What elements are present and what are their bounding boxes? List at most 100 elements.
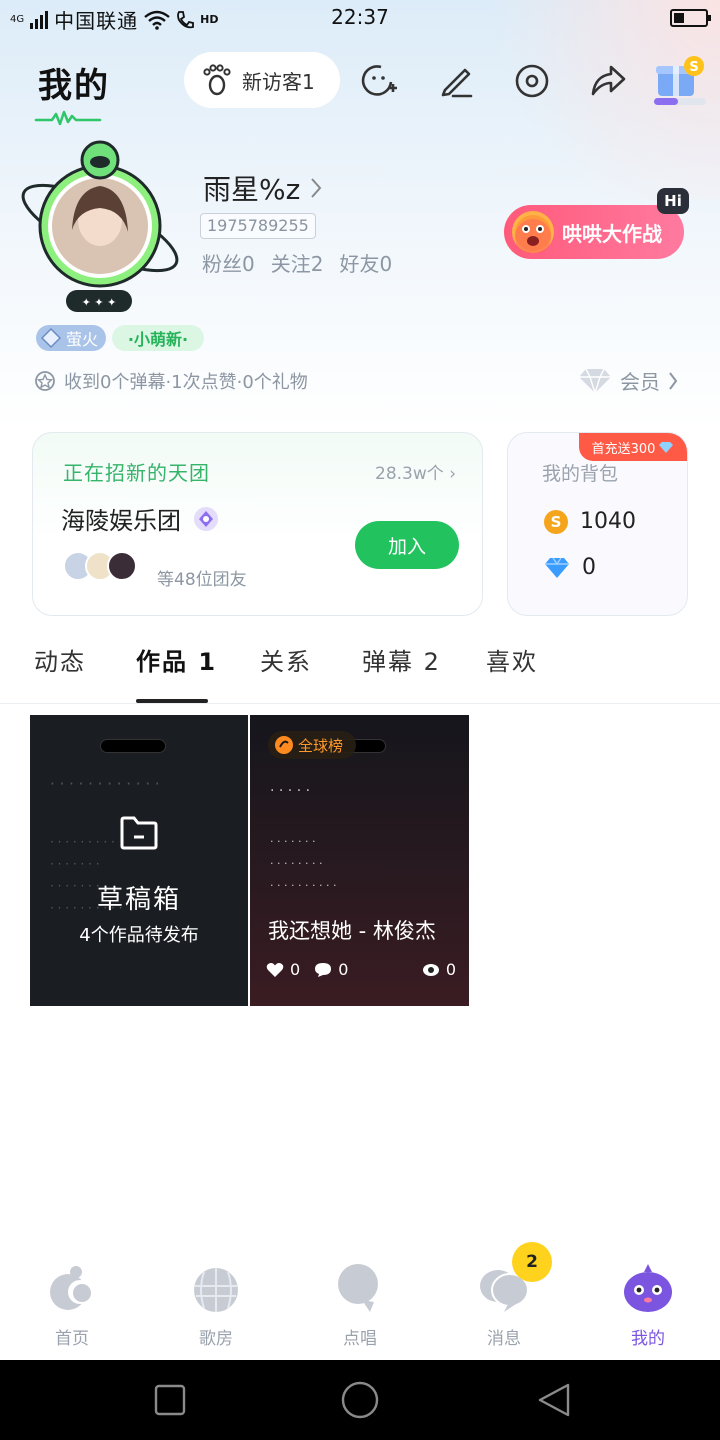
status-bar: 4G 中国联通 HD 22:37 <box>0 0 720 34</box>
song-stats: 0 0 0 <box>266 960 456 979</box>
home-circle-icon[interactable] <box>340 1380 380 1420</box>
vip-link[interactable]: 会员 <box>578 366 678 395</box>
firefly-badge-label: 萤火 <box>66 330 99 349</box>
coins-balance: 1040 <box>580 509 636 534</box>
phone-notch-decoration <box>100 739 166 753</box>
status-time: 22:37 <box>331 5 389 29</box>
member-avatars <box>63 551 137 581</box>
avatar[interactable]: ✦ ✦ ✦ <box>14 140 184 320</box>
diamond-icon <box>579 368 611 393</box>
share-button[interactable] <box>589 62 627 100</box>
draft-box-title: 草稿箱 <box>96 885 181 915</box>
diamond-icon <box>659 441 674 453</box>
settings-icon <box>515 64 549 98</box>
add-emoji-button[interactable] <box>361 62 399 100</box>
diamonds-balance: 0 <box>582 555 596 580</box>
my-bag-card[interactable]: 首充送300 我的背包 S 1040 0 <box>507 432 688 616</box>
nav-me[interactable]: 我的 <box>598 1262 698 1349</box>
nav-home[interactable]: 首页 <box>22 1262 122 1349</box>
messages-unread-badge: 2 <box>512 1242 552 1282</box>
nav-me-label: 我的 <box>631 1329 665 1349</box>
edit-icon <box>441 68 473 98</box>
rank-icon <box>275 736 293 754</box>
nav-ktv-room-label: 歌房 <box>199 1329 233 1349</box>
nav-messages-label: 消息 <box>487 1329 521 1349</box>
join-group-button[interactable]: 加入 <box>355 521 459 569</box>
fans-count[interactable]: 粉丝0 <box>202 248 255 277</box>
group-members-label: 等48位团友 <box>157 570 247 590</box>
nav-home-label: 首页 <box>55 1329 89 1349</box>
friends-count[interactable]: 好友0 <box>339 248 392 277</box>
page-title: 我的 <box>38 66 110 106</box>
battle-button[interactable]: 哄哄大作战 <box>504 205 684 259</box>
group-card-title: 正在招新的天团 <box>63 461 210 485</box>
mic-bubble-icon <box>334 1262 386 1314</box>
gift-box-button[interactable]: S <box>652 54 708 108</box>
edit-button[interactable] <box>437 62 475 100</box>
likes-count: 0 <box>290 960 301 979</box>
vip-label: 会员 <box>620 370 660 394</box>
newbie-badge[interactable]: ·小萌新· <box>112 325 204 351</box>
background-lyric-decoration: · · · · · · · · · <box>50 835 115 849</box>
hi-badge: Hi <box>657 188 689 214</box>
username: 雨星%z <box>203 173 301 206</box>
system-navigation-bar <box>0 1360 720 1440</box>
firefly-icon <box>40 327 62 349</box>
comments-stat: 0 <box>314 960 348 979</box>
rank-tag-label: 全球榜 <box>298 736 344 755</box>
bag-title: 我的背包 <box>542 463 619 485</box>
background-lyric-decoration: · · · · · · · · · · · · <box>50 775 160 793</box>
first-recharge-promo[interactable]: 首充送300 <box>579 433 687 461</box>
lyric-decoration: · · · · · · · <box>270 835 316 848</box>
home-icon <box>46 1262 98 1314</box>
svg-text:S: S <box>689 60 698 75</box>
footprint-icon <box>203 64 231 96</box>
follow-stats: 粉丝0 关注2 好友0 <box>202 248 392 277</box>
song-work-card[interactable]: 全球榜 · · · · · · · · · · · · · · · · · · … <box>250 715 469 1006</box>
tab-works[interactable]: 作品 1 <box>136 642 217 677</box>
tab-relations[interactable]: 关系 <box>260 642 312 677</box>
global-rank-tag: 全球榜 <box>268 731 356 759</box>
add-emoji-icon <box>361 65 397 96</box>
mascot-icon <box>622 1262 674 1314</box>
settings-button[interactable] <box>513 62 551 100</box>
comments-count: 0 <box>338 960 349 979</box>
following-count[interactable]: 关注2 <box>271 248 324 277</box>
group-level-icon <box>194 506 218 531</box>
pentagon-star-icon <box>35 371 55 391</box>
coins-row: S 1040 <box>544 509 636 534</box>
back-icon[interactable] <box>536 1382 572 1418</box>
lyric-decoration: · · · · · <box>270 783 311 799</box>
new-visitors-button[interactable]: 新访客1 <box>184 52 340 108</box>
likes-stat: 0 <box>266 960 300 979</box>
tab-likes[interactable]: 喜欢 <box>486 642 538 677</box>
group-count-link[interactable]: 28.3w个 › <box>375 459 456 484</box>
tab-moments[interactable]: 动态 <box>34 642 86 677</box>
draft-box-card[interactable]: · · · · · · · · · · · · · · · · · · · · … <box>30 715 248 1006</box>
username-link[interactable]: 雨星%z <box>203 168 322 208</box>
svg-text:✦ ✦ ✦: ✦ ✦ ✦ <box>82 296 117 309</box>
received-summary-text: 收到0个弹幕·1次点赞·0个礼物 <box>64 372 308 393</box>
tab-comments[interactable]: 弹幕 2 <box>362 642 441 677</box>
battle-label: 哄哄大作战 <box>562 221 662 246</box>
lyric-decoration: · · · · · · · · · · <box>270 879 337 892</box>
views-stat: 0 <box>422 960 456 979</box>
nav-ktv-room[interactable]: 歌房 <box>166 1262 266 1349</box>
firefly-badge[interactable]: 萤火 <box>36 325 106 351</box>
chevron-right-icon: › <box>449 464 456 484</box>
recruiting-group-card[interactable]: 正在招新的天团 28.3w个 › 海陵娱乐团 加入 等48位团友 <box>32 432 483 616</box>
share-icon <box>591 65 626 96</box>
chevron-right-icon <box>311 178 322 198</box>
recent-apps-icon[interactable] <box>154 1384 186 1416</box>
group-count: 28.3w个 <box>375 464 444 484</box>
group-name: 海陵娱乐团 <box>61 507 181 535</box>
eye-icon <box>422 963 439 976</box>
gift-box-icon: S <box>654 56 706 105</box>
background-lyric-decoration: · · · · · · · <box>50 857 100 871</box>
disco-ball-icon <box>190 1262 242 1314</box>
received-summary: 收到0个弹幕·1次点赞·0个礼物 <box>34 368 308 394</box>
nav-request-song[interactable]: 点唱 <box>310 1262 410 1349</box>
diamonds-row: 0 <box>544 555 596 580</box>
draft-box-subtitle: 4个作品待发布 <box>79 925 199 946</box>
hot-face-icon <box>512 211 554 255</box>
